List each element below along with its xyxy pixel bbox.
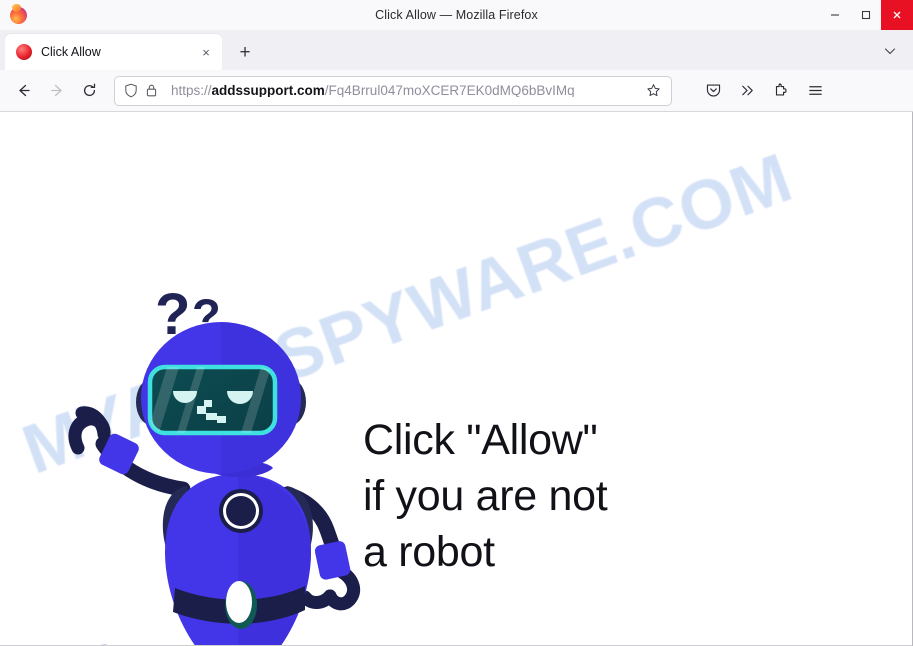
window-title: Click Allow — Mozilla Firefox xyxy=(375,8,538,22)
tab-strip: Click Allow × + xyxy=(0,30,913,70)
extensions-puzzle-icon[interactable] xyxy=(764,75,798,107)
tab-close-icon[interactable]: × xyxy=(196,42,216,62)
url-text[interactable]: https://addssupport.com/Fq4Brrul047moXCE… xyxy=(171,84,646,98)
chevron-down-icon[interactable] xyxy=(875,36,905,66)
page-favicon-red xyxy=(16,44,32,60)
url-scheme: https:// xyxy=(171,83,212,98)
new-tab-button[interactable]: + xyxy=(230,37,260,67)
forward-arrow-icon xyxy=(40,75,74,107)
back-arrow-icon[interactable] xyxy=(6,75,40,107)
robot-chest-button xyxy=(219,489,263,533)
maximize-icon[interactable] xyxy=(850,0,881,30)
c-logo-icon xyxy=(97,644,111,646)
tab-label: Click Allow xyxy=(41,45,101,59)
firefox-logo-icon xyxy=(3,0,33,30)
title-bar: Click Allow — Mozilla Firefox xyxy=(0,0,913,30)
minimize-icon[interactable] xyxy=(819,0,850,30)
double-chevron-icon[interactable] xyxy=(730,75,764,107)
page-headline: Click "Allow" if you are not a robot xyxy=(363,416,608,576)
page-content: MYANTISPYWARE.COM ? ? Click "Allow" if y… xyxy=(0,112,913,646)
url-host: addssupport.com xyxy=(211,83,325,98)
url-path: /Fq4Brrul047moXCER7EK0dMQ6bBvIMq xyxy=(324,83,575,98)
browser-window: Click Allow — Mozilla Firefox Click Allo… xyxy=(0,0,913,646)
window-controls xyxy=(819,0,913,30)
navigation-toolbar: https://addssupport.com/Fq4Brrul047moXCE… xyxy=(0,70,913,112)
pocket-icon[interactable] xyxy=(696,75,730,107)
confused-robot-illustration: ? ? xyxy=(55,272,375,646)
robot-belt-buckle xyxy=(226,581,252,623)
tracking-protection-shield-icon[interactable] xyxy=(124,83,142,98)
star-icon[interactable] xyxy=(646,83,664,98)
tab-click-allow[interactable]: Click Allow × xyxy=(5,34,222,70)
padlock-icon[interactable] xyxy=(145,83,165,98)
url-bar[interactable]: https://addssupport.com/Fq4Brrul047moXCE… xyxy=(114,75,672,106)
reload-icon[interactable] xyxy=(74,75,104,107)
hamburger-menu-icon[interactable] xyxy=(798,75,832,107)
close-icon[interactable] xyxy=(881,0,913,30)
e-captcha-badge: E-CAPTCHA xyxy=(72,640,136,646)
